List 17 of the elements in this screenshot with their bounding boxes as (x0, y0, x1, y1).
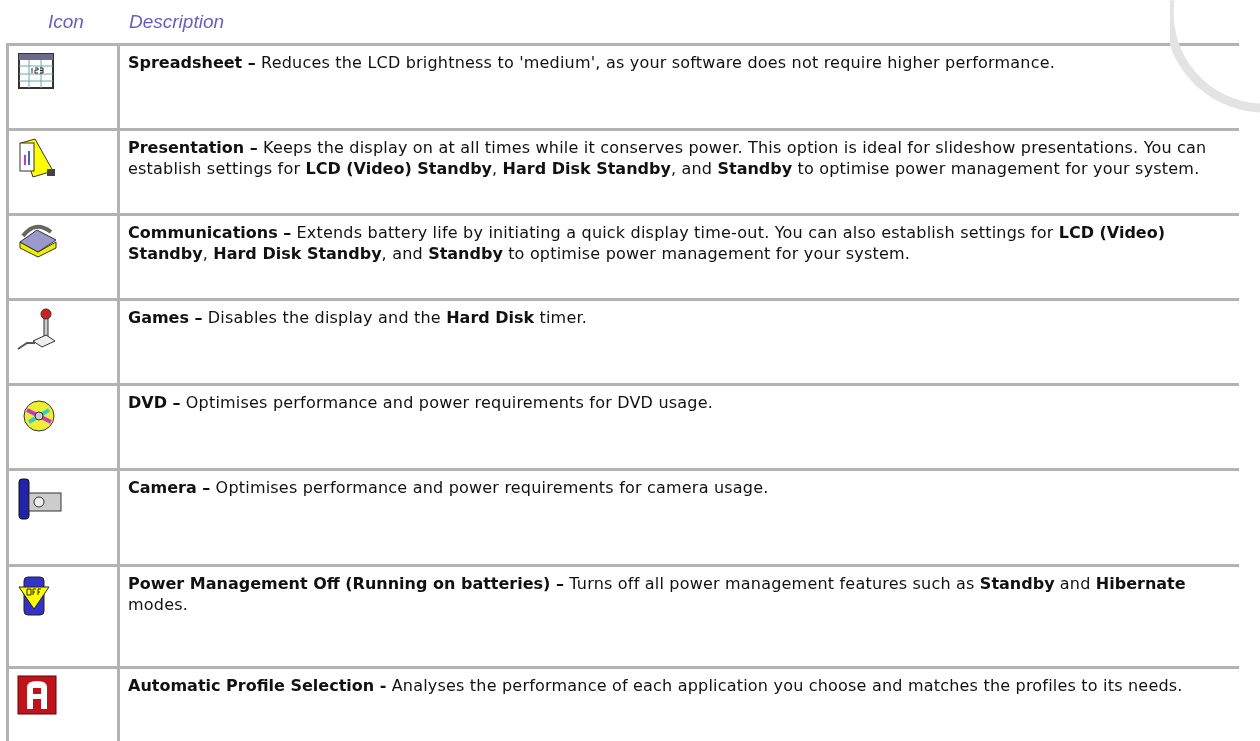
letter-a-icon (17, 675, 57, 715)
battery-icon (17, 573, 51, 617)
description-text: Communications – Extends battery life by initiating a quick display time-out. You can also establish settings for LCD (Video) Standby, Hard Disk Standby, and Standby to optimise power management for your system. (128, 223, 1165, 263)
description-text: Spreadsheet – Reduces the LCD brightness to 'medium', as your software does not require higher performance. (128, 53, 1055, 72)
description-text: Games – Disables the display and the Hard Disk timer. (128, 308, 588, 327)
description-text: Automatic Profile Selection - Analyses the performance of each application you choose and matches the profiles to its needs. (128, 676, 1183, 695)
description-text: Power Management Off (Running on batteries) – Turns off all power management features such as Standby and Hibernate modes. (128, 574, 1186, 614)
projector-icon (17, 137, 57, 181)
joystick-icon (17, 307, 57, 351)
spreadsheet-icon (17, 52, 57, 92)
description-text: DVD – Optimises performance and power requirements for DVD usage. (128, 393, 713, 412)
description-text: Presentation – Keeps the display on at all times while it conserves power. This option is ideal for slideshow presentations. You can establish settings for LCD (Video) Standby, Hard Disk Standby, and Standby to optimise power management for your system. (128, 138, 1207, 178)
camera-icon (17, 477, 63, 521)
column-header: Icon (47, 10, 85, 33)
description-text: Camera – Optimises performance and power requirements for camera usage. (128, 478, 769, 497)
telephone-icon (17, 222, 59, 258)
column-header: Description (129, 10, 225, 33)
